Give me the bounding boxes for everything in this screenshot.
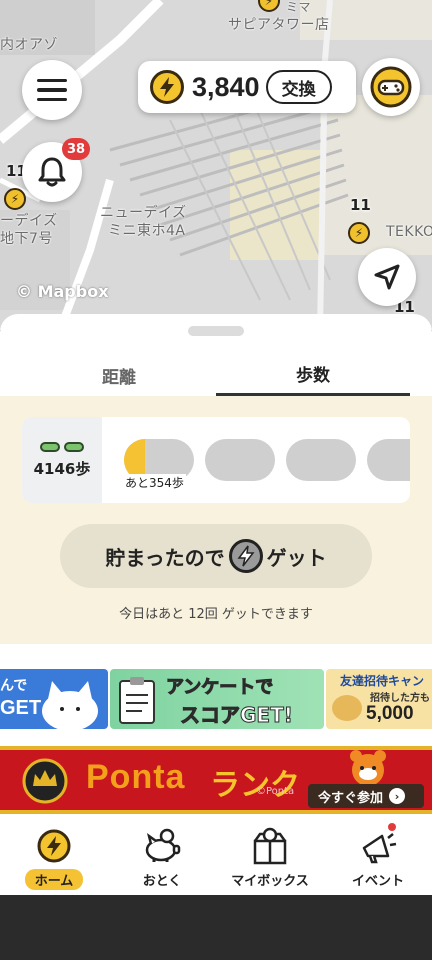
promo-banner-cat[interactable]: んで GET <box>0 669 108 729</box>
progress-segment <box>205 439 275 481</box>
map-label-left-store: ーデイズ <box>0 213 58 229</box>
promo-banner-carousel[interactable]: んで GET アンケートで スコアGET! 友達招待キャン 招待した方も 5,0… <box>0 669 432 729</box>
new-event-dot <box>388 823 396 831</box>
join-now-button[interactable]: 今すぐ参加 › <box>308 784 424 808</box>
navigation-arrow-icon <box>374 264 400 290</box>
nav-deals[interactable]: おとく <box>108 817 216 895</box>
map-pin-count: 11 <box>350 196 371 214</box>
bottom-navigation: ホーム おとく マイボックス イベント <box>0 817 432 895</box>
points-value: 3,840 <box>192 71 260 102</box>
ponta-copyright: ©Ponta <box>256 786 295 797</box>
steps-progress-card: 4146歩 あと354歩 <box>22 417 410 503</box>
clipboard-icon <box>119 677 155 724</box>
bell-icon <box>38 157 66 187</box>
get-button-text: 貯まったので <box>105 545 225 570</box>
bottom-sheet: 距離 歩数 4146歩 あと354歩 貯まったので ゲット 今日はあと 12回 … <box>0 314 432 817</box>
map-label-newdays: ニューデイズ <box>100 205 187 221</box>
bolt-coin-icon <box>36 827 72 865</box>
ponta-rank-banner[interactable]: Ponta ランク ©Ponta 今すぐ参加 › <box>0 746 432 814</box>
exchange-button[interactable]: 交換 <box>265 70 332 104</box>
steps-count: 4146歩 <box>33 459 91 478</box>
system-bar <box>0 895 432 960</box>
map-pin-coin-icon[interactable]: ⚡ <box>4 188 26 210</box>
nav-label: おとく <box>142 874 182 889</box>
hamburger-icon <box>37 73 67 108</box>
promo-banner-survey[interactable]: アンケートで スコアGET! <box>110 669 324 729</box>
progress-segment <box>367 439 410 481</box>
steps-count-box: 4146歩 <box>22 417 102 503</box>
chevron-right-icon: › <box>389 788 406 804</box>
ponta-rank-title: ランク <box>210 768 300 803</box>
ponta-logo: Ponta <box>86 758 186 796</box>
mapbox-attribution[interactable]: © Mapbox <box>16 282 109 301</box>
get-button-text-2: ゲット <box>266 545 327 570</box>
cat-icon <box>42 681 98 729</box>
nav-label: マイボックス <box>231 874 309 889</box>
megaphone-icon <box>358 827 398 865</box>
map-pin-coin-icon[interactable]: ⚡ <box>348 222 370 244</box>
map-label-store: サピアタワー店 <box>228 17 330 33</box>
sheet-handle[interactable] <box>188 326 244 336</box>
map-label-right-store: TEKKO <box>386 224 432 240</box>
tab-distance[interactable]: 距離 <box>22 354 216 396</box>
piggy-bank-icon <box>141 827 183 865</box>
steps-remaining: あと354歩 <box>125 474 186 491</box>
remaining-gets-note: 今日はあと 12回 ゲットできます <box>119 607 313 622</box>
gift-box-icon <box>250 827 290 865</box>
bolt-coin-icon <box>150 70 184 104</box>
current-location-button[interactable] <box>358 248 416 306</box>
nav-mybox[interactable]: マイボックス <box>216 817 324 895</box>
menu-button[interactable] <box>22 60 82 120</box>
map-label-newdays-sub: ミニ東ホ4A <box>108 223 186 239</box>
coin-stack-icon <box>332 695 362 721</box>
nav-home[interactable]: ホーム <box>0 817 108 895</box>
progress-segment <box>286 439 356 481</box>
steps-section: 4146歩 あと354歩 貯まったので ゲット 今日はあと 12回 ゲットできま… <box>0 396 432 644</box>
game-button[interactable] <box>362 58 420 116</box>
mode-tabs: 距離 歩数 <box>22 354 410 396</box>
map-label-small: ミマ <box>286 0 312 14</box>
crown-shield-icon <box>22 758 68 804</box>
raccoon-mascot-icon <box>350 750 386 786</box>
notification-badge: 38 <box>62 138 90 160</box>
points-balance: 3,840 交換 <box>138 61 356 113</box>
nav-label: イベント <box>351 874 404 889</box>
map-label-oazo: 内オアゾ <box>0 37 58 53</box>
tab-steps[interactable]: 歩数 <box>216 354 410 396</box>
map-view[interactable]: 内オアゾ ミマ サピアタワー店 ニューデイズ ミニ東ホ4A ーデイズ 地下7号 … <box>0 0 432 330</box>
footprints-icon <box>40 441 84 452</box>
nav-events[interactable]: イベント <box>324 817 432 895</box>
gamepad-icon <box>370 66 412 108</box>
bolt-coin-icon <box>228 539 263 573</box>
map-label-left-store-sub: 地下7号 <box>0 231 53 247</box>
promo-banner-invite[interactable]: 友達招待キャン 招待した方も 5,000 <box>326 669 432 729</box>
get-points-button[interactable]: 貯まったので ゲット <box>60 524 372 588</box>
nav-label: ホーム <box>24 869 84 890</box>
